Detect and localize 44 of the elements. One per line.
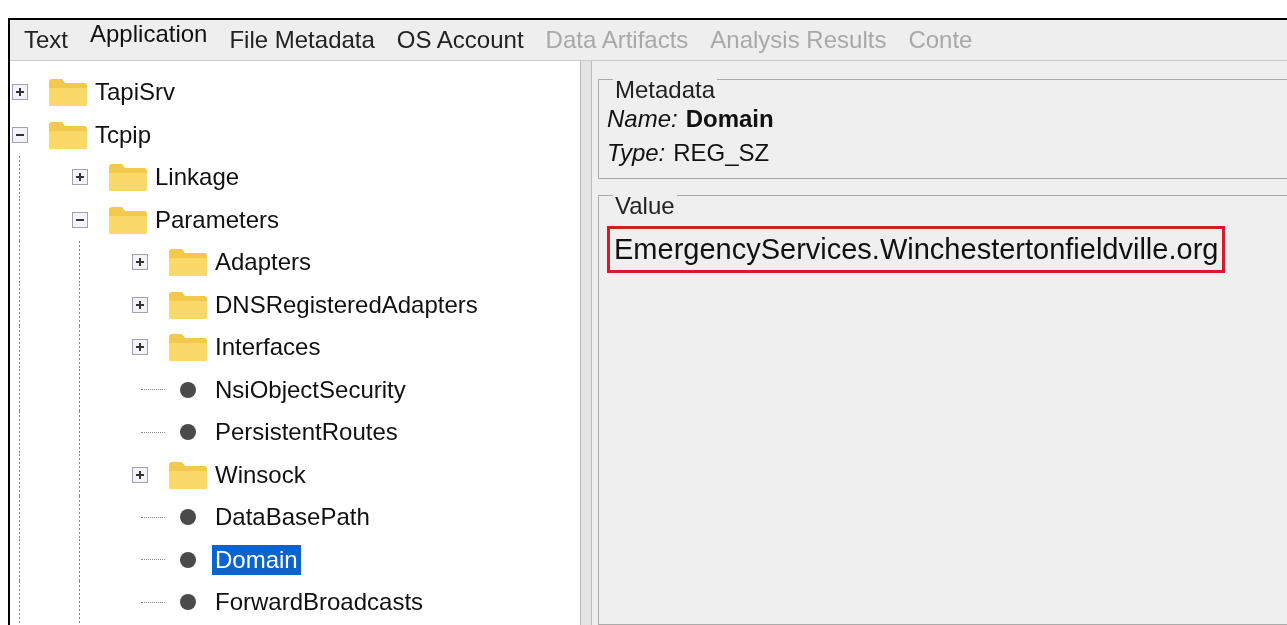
field-label: Name:: [607, 105, 678, 133]
tree-item[interactable]: DataBasePath: [212, 502, 373, 533]
tree-item[interactable]: NsiObjectSecurity: [212, 374, 409, 405]
tree-item[interactable]: Tcpip: [92, 119, 155, 150]
expand-button[interactable]: [132, 339, 148, 356]
tree-item[interactable]: ForwardBroadcasts: [212, 587, 427, 618]
collapse-button[interactable]: [72, 211, 88, 228]
folder-icon: [48, 119, 88, 150]
tree-item[interactable]: Interfaces: [212, 332, 324, 363]
folder-icon: [48, 77, 88, 108]
folder-icon: [168, 459, 208, 490]
field-value: REG_SZ: [673, 139, 770, 167]
folder-icon: [168, 247, 208, 278]
expand-button[interactable]: [132, 466, 148, 483]
tree-item[interactable]: Winsock: [212, 459, 309, 490]
expand-button[interactable]: [132, 254, 148, 271]
dot-icon: [178, 549, 198, 570]
folder-icon: [168, 289, 208, 320]
dot-icon: [178, 422, 198, 443]
folder-icon: [108, 204, 148, 235]
expand-button[interactable]: [72, 169, 88, 186]
tree-item[interactable]: TapiSrv: [92, 77, 179, 108]
dot-icon: [178, 379, 198, 400]
splitter-handle[interactable]: [580, 61, 592, 625]
tab[interactable]: OS Account: [396, 26, 524, 60]
value-text: EmergencyServices.Winchestertonfieldville.org: [607, 226, 1226, 273]
tab[interactable]: Text: [24, 26, 68, 60]
dot-icon: [178, 592, 198, 613]
expand-button[interactable]: [132, 296, 148, 313]
tree-item[interactable]: PersistentRoutes: [212, 417, 401, 448]
expand-button[interactable]: [12, 84, 28, 101]
tab[interactable]: Application: [90, 20, 208, 60]
tree-item[interactable]: DNSRegisteredAdapters: [212, 289, 481, 320]
folder-icon: [108, 162, 148, 193]
field-value: Domain: [685, 105, 774, 133]
folder-icon: [168, 332, 208, 363]
tree-item[interactable]: Linkage: [152, 162, 243, 193]
tree-item[interactable]: Domain: [212, 544, 301, 575]
collapse-button[interactable]: [12, 126, 28, 143]
tree-item[interactable]: Adapters: [212, 247, 315, 278]
tab[interactable]: File Metadata: [229, 26, 375, 60]
field-label: Type:: [607, 139, 666, 167]
tree-item[interactable]: Parameters: [152, 204, 283, 235]
dot-icon: [178, 507, 198, 528]
